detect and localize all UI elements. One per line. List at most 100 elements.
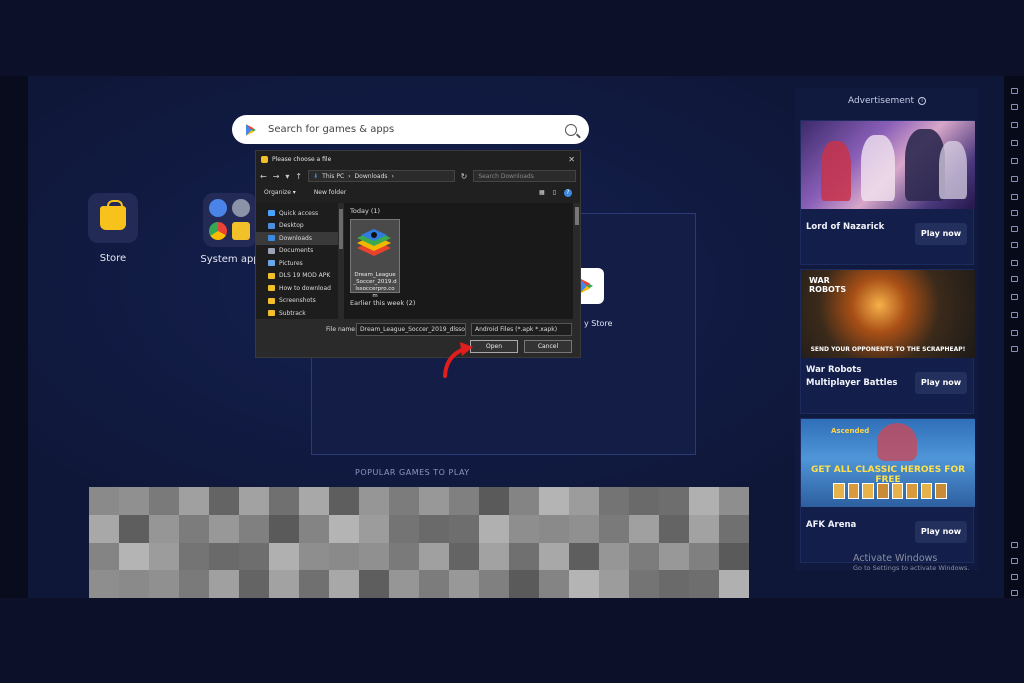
popular-games-heading: POPULAR GAMES TO PLAY [355, 468, 470, 477]
navigation-pane: Quick access Desktop Downloads Documents Pic… [256, 203, 344, 319]
nav-item[interactable]: Screenshots [256, 295, 344, 308]
system-apps-icon[interactable] [203, 193, 257, 247]
pixel-block [509, 514, 539, 543]
back-icon[interactable]: ← [260, 172, 267, 181]
new-folder-button[interactable]: New folder [314, 189, 346, 196]
pixel-block [239, 514, 269, 543]
advertisement-sidebar: Advertisement i Lord of Nazarick Play no… [795, 88, 979, 570]
info-icon[interactable]: i [918, 97, 927, 105]
ad-banner-image[interactable]: WAR ROBOTS SEND YOUR OPPONENTS TO THE SC… [801, 270, 975, 358]
nav-item[interactable]: How to download [256, 282, 344, 295]
nav-item[interactable]: Quick access [256, 207, 344, 220]
breadcrumb-this-pc[interactable]: This PC [322, 173, 344, 180]
up-icon[interactable]: ↑ [295, 172, 302, 181]
nav-item[interactable]: Downloads [256, 232, 344, 245]
play-now-button[interactable]: Play now [915, 372, 967, 394]
toolbar-icon[interactable] [1011, 88, 1018, 94]
pixel-block [239, 570, 269, 598]
pixel-block [269, 514, 299, 543]
system-apps-folder[interactable]: System app [200, 193, 260, 265]
store-app[interactable]: Store [86, 193, 140, 264]
ad-card-war-robots[interactable]: WAR ROBOTS SEND YOUR OPPONENTS TO THE SC… [800, 269, 975, 414]
search-bar[interactable]: Search for games & apps [232, 115, 589, 144]
nav-item-label: How to download [279, 284, 331, 292]
windows-activation-watermark: Activate Windows Go to Settings to activ… [853, 553, 969, 572]
breadcrumb-downloads[interactable]: Downloads [355, 173, 388, 180]
toolbar-icon[interactable] [1011, 158, 1018, 164]
toolbar-icon[interactable] [1011, 122, 1018, 128]
help-icon[interactable]: ? [564, 188, 572, 197]
toolbar-icon[interactable] [1011, 176, 1018, 182]
toolbar-icon[interactable] [1011, 242, 1018, 248]
store-icon[interactable] [88, 193, 138, 243]
search-icon[interactable] [565, 123, 577, 136]
pixel-block [449, 487, 479, 515]
toolbar-icon[interactable] [1011, 312, 1018, 318]
toolbar-icon[interactable] [1011, 140, 1018, 146]
content-scrollbar[interactable] [573, 203, 580, 319]
organize-button[interactable]: Organize ▾ [264, 189, 296, 196]
play-now-button[interactable]: Play now [915, 223, 967, 245]
close-icon[interactable]: ✕ [568, 155, 575, 164]
bottom-band [0, 598, 1024, 683]
cancel-button[interactable]: Cancel [524, 340, 572, 353]
pixel-block [569, 542, 599, 571]
chevron-down-icon[interactable]: ▾ [285, 172, 289, 181]
nav-item[interactable]: Subtrack [256, 307, 344, 320]
address-bar[interactable]: ⬇ This PC › Downloads › [308, 170, 455, 182]
toolbar-icon[interactable] [1011, 194, 1018, 200]
dialog-search-input[interactable]: Search Downloads [473, 170, 576, 182]
pixel-block [569, 487, 599, 515]
toolbar-icon[interactable] [1011, 330, 1018, 336]
nav-item[interactable]: Desktop [256, 220, 344, 233]
pixel-block [599, 514, 629, 543]
pixel-block [449, 570, 479, 598]
refresh-icon[interactable]: ↻ [461, 172, 468, 181]
pixel-block [509, 487, 539, 515]
folder-icon [268, 210, 275, 217]
toolbar-icon[interactable] [1011, 542, 1018, 548]
nav-item[interactable]: DLS 19 MOD APK [256, 270, 344, 283]
ad-card-afk-arena[interactable]: Ascended GET ALL CLASSIC HEROES FOR FREE… [800, 418, 975, 563]
play-now-button[interactable]: Play now [915, 521, 967, 543]
preview-pane-icon[interactable]: ▯ [553, 189, 556, 197]
folder-icon [268, 285, 275, 292]
pixel-block [239, 487, 269, 515]
toolbar-icon[interactable] [1011, 226, 1018, 232]
pixel-block [299, 487, 329, 515]
pixel-block [449, 542, 479, 571]
toolbar-icon[interactable] [1011, 294, 1018, 300]
group-today[interactable]: Today (1) [350, 207, 574, 215]
pixel-block [629, 487, 659, 515]
ad-banner-image[interactable]: Ascended GET ALL CLASSIC HEROES FOR FREE [801, 419, 975, 507]
toolbar-icon[interactable] [1011, 346, 1018, 352]
dialog-app-icon [261, 155, 268, 163]
search-input[interactable]: Search for games & apps [268, 124, 565, 135]
toolbar-icon[interactable] [1011, 104, 1018, 110]
toolbar-icon[interactable] [1011, 210, 1018, 216]
nav-item-label: DLS 19 MOD APK [279, 272, 331, 280]
file-tile[interactable]: Dream_League_Soccer_2019.dlssoccerpro.co… [350, 219, 400, 299]
file-type-select[interactable]: Android Files (*.apk *.xapk) [471, 323, 572, 336]
folder-icon [268, 310, 275, 317]
pixel-block [689, 570, 719, 598]
ad-card-lord-of-nazarick[interactable]: Lord of Nazarick Play now [800, 120, 975, 265]
play-store-icon [246, 123, 256, 136]
toolbar-icon[interactable] [1011, 590, 1018, 596]
group-earlier-this-week[interactable]: Earlier this week (2) [350, 299, 415, 307]
view-options-icon[interactable]: ▦ [539, 189, 545, 197]
toolbar-icon[interactable] [1011, 558, 1018, 564]
toolbar-icon[interactable] [1011, 276, 1018, 282]
pixel-block [179, 570, 209, 598]
toolbar-icon[interactable] [1011, 260, 1018, 266]
forward-icon[interactable]: → [273, 172, 280, 181]
toolbar-icon[interactable] [1011, 574, 1018, 580]
ad-banner-image[interactable] [801, 121, 975, 209]
file-name-input[interactable]: Dream_League_Soccer_2019_dlsso [356, 323, 466, 336]
nav-item-label: Pictures [279, 259, 303, 267]
ad-logo-text: WAR ROBOTS [809, 276, 847, 294]
nav-item[interactable]: Documents [256, 245, 344, 258]
nav-item[interactable]: Pictures [256, 257, 344, 270]
pixel-block [299, 542, 329, 571]
pixel-block [479, 514, 509, 543]
